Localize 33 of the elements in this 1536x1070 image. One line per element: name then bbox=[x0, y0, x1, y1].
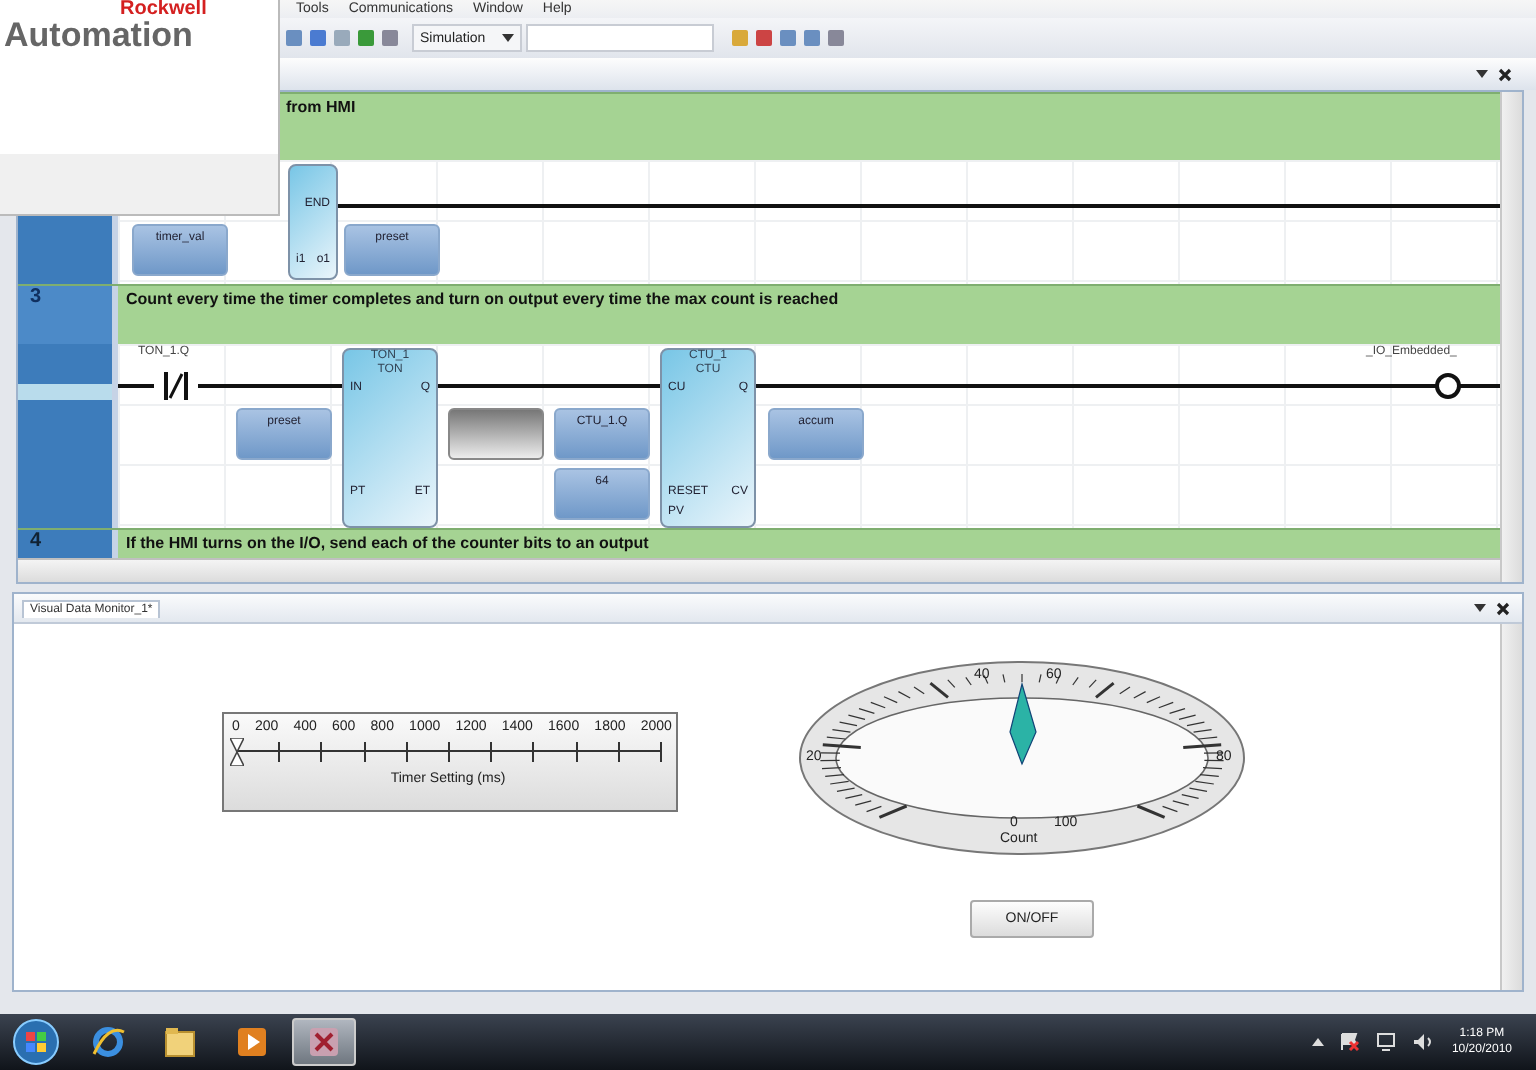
address-field[interactable] bbox=[525, 24, 714, 52]
rung-number: 4 bbox=[18, 530, 118, 558]
logo-text: Automation bbox=[4, 20, 195, 52]
vertical-scrollbar[interactable] bbox=[1500, 92, 1522, 582]
network-icon[interactable] bbox=[1375, 1032, 1396, 1052]
show-hidden-icon[interactable] bbox=[1311, 1038, 1324, 1046]
tag-placeholder[interactable] bbox=[448, 408, 544, 460]
folder-icon bbox=[162, 1024, 198, 1060]
toolbar-icon[interactable] bbox=[801, 28, 822, 48]
rung-comment: Count every time the timer completes and turn on output every time the max count is reached bbox=[124, 288, 839, 312]
close-icon[interactable] bbox=[1498, 67, 1512, 81]
speaker-icon[interactable] bbox=[1411, 1032, 1432, 1052]
vertical-scrollbar[interactable] bbox=[1500, 624, 1522, 990]
row-highlight bbox=[18, 384, 112, 400]
slider-thumb[interactable] bbox=[230, 738, 244, 766]
toolbar-icon[interactable] bbox=[777, 28, 798, 48]
dropdown-icon[interactable] bbox=[1474, 604, 1486, 612]
horizontal-scrollbar[interactable] bbox=[18, 558, 1500, 582]
browser-icon bbox=[90, 1024, 126, 1060]
caret-icon bbox=[501, 34, 514, 42]
app-icon bbox=[306, 1024, 342, 1060]
start-button[interactable] bbox=[12, 1018, 60, 1066]
toolbar-icon[interactable] bbox=[825, 28, 846, 48]
rung-comment: from HMI bbox=[284, 96, 356, 120]
play-icon bbox=[234, 1024, 270, 1060]
close-icon[interactable] bbox=[1496, 601, 1510, 615]
flag-icon[interactable] bbox=[1339, 1032, 1360, 1052]
rung-comment: If the HMI turns on the I/O, send each of the counter bits to an output bbox=[124, 532, 649, 556]
toolbar-icon[interactable] bbox=[753, 28, 774, 48]
coil-icon[interactable] bbox=[1434, 372, 1462, 400]
logo-text: Rockwell bbox=[118, 0, 209, 20]
rung-number: 3 bbox=[18, 286, 118, 344]
dropdown-icon[interactable] bbox=[1476, 70, 1488, 78]
